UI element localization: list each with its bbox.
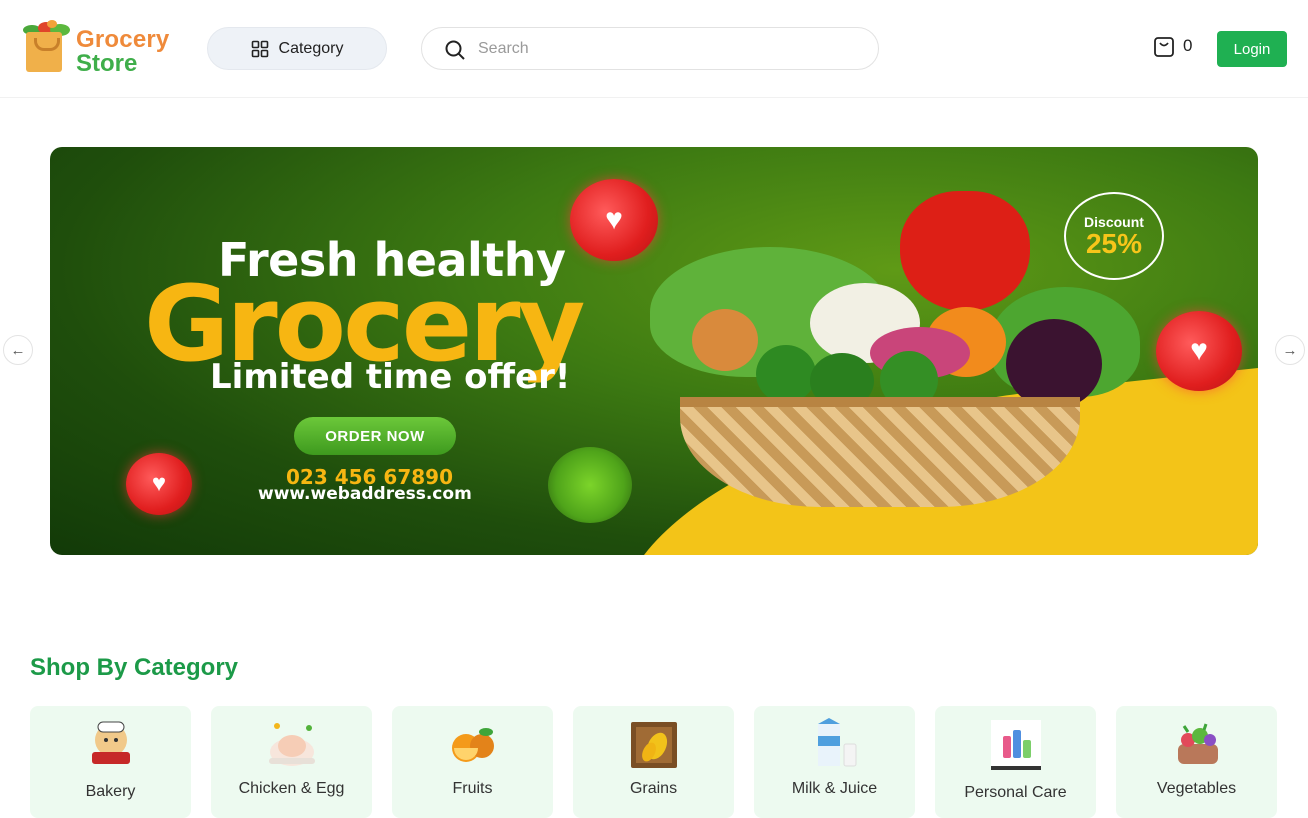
arrow-left-icon: ← [10, 341, 26, 359]
eggplant [1006, 319, 1102, 409]
carousel-prev-button[interactable]: ← [3, 335, 33, 365]
category-card-fruits[interactable]: Fruits [392, 706, 553, 818]
arrow-right-icon: → [1282, 341, 1298, 359]
logo-text-store: Store [76, 50, 138, 77]
milk-icon [817, 718, 856, 767]
category-button-label: Category [278, 39, 344, 57]
header: Grocery Store Category 0 Login [0, 0, 1308, 98]
banner-glow [548, 447, 632, 523]
bakery-icon [91, 721, 130, 764]
category-label: Grains [629, 780, 678, 797]
shopping-bag-icon [26, 32, 62, 72]
heart-icon: ♥ [126, 453, 192, 515]
search-icon [445, 40, 465, 60]
carousel-next-button[interactable]: → [1275, 335, 1305, 365]
banner-headline-3: Limited time offer! [210, 357, 571, 397]
category-card-personal-care[interactable]: Personal Care [935, 706, 1096, 818]
category-label: Personal Care [964, 784, 1067, 801]
discount-value: 25% [1085, 228, 1143, 259]
cart-button[interactable]: 0 [1153, 34, 1192, 58]
category-label: Chicken & Egg [238, 780, 345, 797]
onion [692, 309, 758, 371]
category-card-milk-juice[interactable]: Milk & Juice [754, 706, 915, 818]
category-label: Vegetables [1156, 780, 1237, 797]
heart-icon: ♥ [1156, 311, 1242, 391]
category-card-chicken-egg[interactable]: Chicken & Egg [211, 706, 372, 818]
promo-banner[interactable]: Fresh healthy Grocery Limited time offer… [50, 147, 1258, 555]
vegetables-icon [1177, 723, 1218, 764]
store-logo[interactable]: Grocery Store [22, 18, 182, 78]
grains-icon [630, 722, 677, 768]
category-card-grains[interactable]: Grains [573, 706, 734, 818]
login-button[interactable]: Login [1217, 31, 1287, 67]
grid-icon [251, 40, 268, 57]
shopping-bag-icon [1154, 37, 1174, 57]
discount-badge: Discount 25% [1064, 192, 1164, 280]
category-card-vegetables[interactable]: Vegetables [1116, 706, 1277, 818]
category-label: Fruits [452, 780, 493, 797]
search-bar[interactable] [421, 27, 879, 70]
cucumber [756, 345, 816, 403]
category-label: Bakery [85, 783, 136, 800]
order-now-button[interactable]: ORDER NOW [294, 417, 456, 455]
red-pepper [900, 191, 1030, 311]
category-button[interactable]: Category [207, 27, 387, 70]
vegetable-basket [680, 397, 1080, 507]
heart-icon: ♥ [570, 179, 658, 261]
banner-website: www.webaddress.com [258, 484, 472, 504]
shop-by-category-title: Shop By Category [30, 654, 239, 681]
cart-count: 0 [1183, 36, 1193, 55]
chicken-icon [268, 723, 315, 766]
category-card-bakery[interactable]: Bakery [30, 706, 191, 818]
search-input[interactable] [478, 38, 858, 60]
category-label: Milk & Juice [791, 780, 878, 797]
personal-care-icon [990, 720, 1041, 770]
fruits-icon [451, 728, 494, 762]
